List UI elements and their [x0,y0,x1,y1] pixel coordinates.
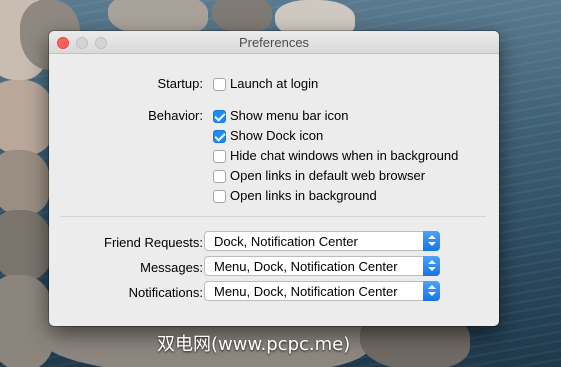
notifications-value: Menu, Dock, Notification Center [214,284,398,299]
hide-chat-windows-checkbox[interactable] [213,150,226,163]
hide-chat-windows-label[interactable]: Hide chat windows when in background [230,148,458,163]
launch-at-login-checkbox[interactable] [213,78,226,91]
friend-requests-popup[interactable]: Dock, Notification Center [204,231,440,251]
title-bar[interactable]: Preferences [49,31,499,54]
show-menu-bar-icon-checkbox[interactable] [213,110,226,123]
show-menu-bar-icon-label[interactable]: Show menu bar icon [230,108,349,123]
notifications-label: Notifications: [128,285,203,300]
friend-requests-label: Friend Requests: [104,235,203,250]
rock [0,210,52,280]
show-dock-icon-label[interactable]: Show Dock icon [230,128,323,143]
rock [212,0,272,33]
messages-label: Messages: [140,260,203,275]
rock [0,80,55,155]
behavior-label: Behavior: [148,108,203,123]
popup-arrows-icon[interactable] [423,231,440,251]
section-divider [60,216,486,217]
startup-label: Startup: [157,76,203,91]
notifications-popup[interactable]: Menu, Dock, Notification Center [204,281,440,301]
open-links-background-label[interactable]: Open links in background [230,188,377,203]
show-dock-icon-checkbox[interactable] [213,130,226,143]
messages-value: Menu, Dock, Notification Center [214,259,398,274]
rock [0,150,50,215]
open-links-default-browser-label[interactable]: Open links in default web browser [230,168,425,183]
friend-requests-value: Dock, Notification Center [214,234,358,249]
launch-at-login-label[interactable]: Launch at login [230,76,318,91]
window-title: Preferences [238,35,310,50]
watermark: 双电网(www.pcpc.me) [157,334,351,355]
popup-arrows-icon[interactable] [423,256,440,276]
preferences-window: Preferences Startup: Launch at login Beh… [49,31,499,326]
popup-arrows-icon[interactable] [423,281,440,301]
messages-popup[interactable]: Menu, Dock, Notification Center [204,256,440,276]
open-links-default-browser-checkbox[interactable] [213,170,226,183]
open-links-background-checkbox[interactable] [213,190,226,203]
